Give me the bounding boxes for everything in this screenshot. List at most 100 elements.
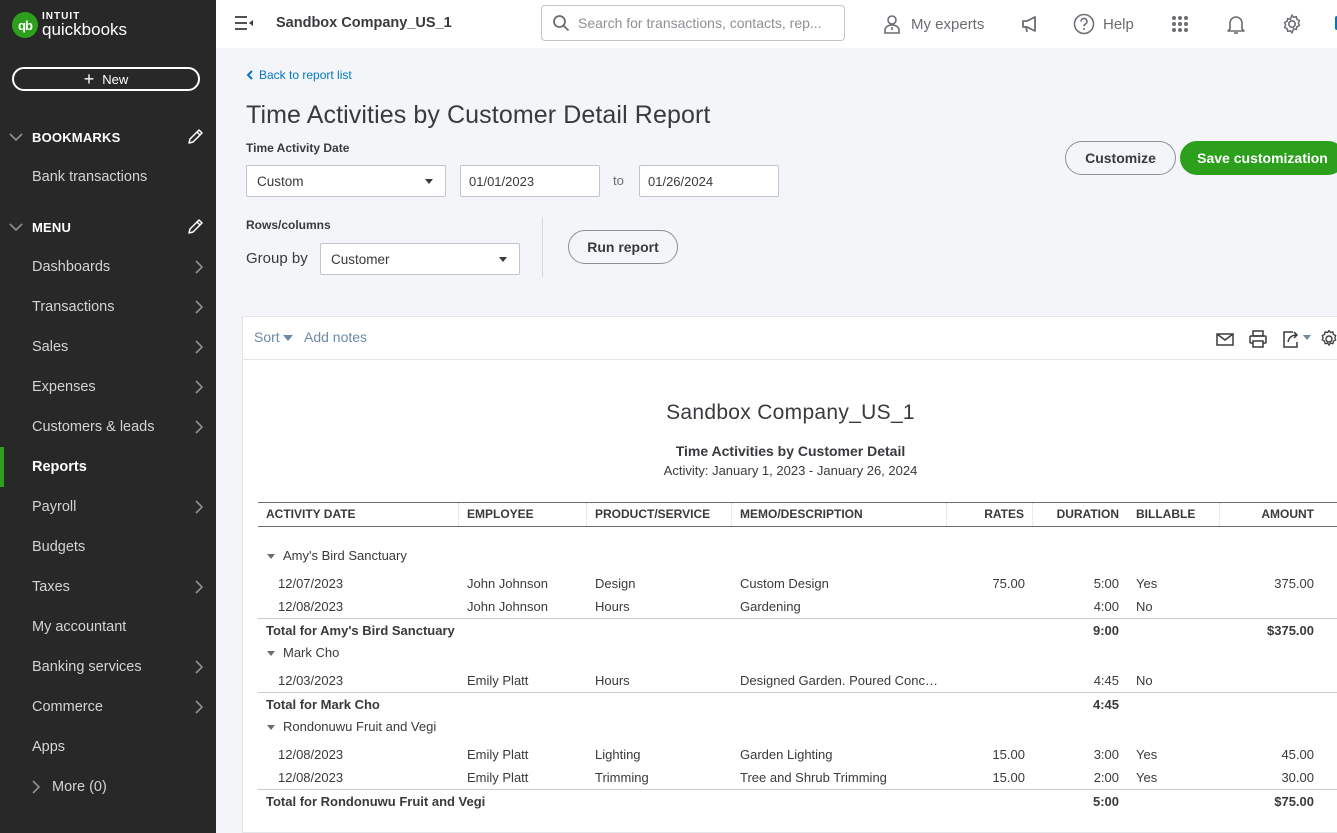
- export-icon[interactable]: [1281, 329, 1313, 349]
- table-row[interactable]: 12/08/2023 Emily Platt Trimming Tree and…: [258, 766, 1337, 789]
- cell-date: 12/08/2023: [278, 770, 344, 785]
- sidebar-item-banking-services[interactable]: Banking services: [0, 647, 216, 687]
- cell-rate: 15.00: [992, 770, 1025, 785]
- quickbooks-logo[interactable]: qb INTUIT quickbooks: [12, 12, 127, 38]
- sidebar-item-dashboards[interactable]: Dashboards: [0, 247, 216, 287]
- column-header-duration[interactable]: DURATION: [1033, 503, 1127, 526]
- sidebar-item-label: Payroll: [32, 499, 77, 515]
- group-by-select[interactable]: Customer: [320, 243, 520, 275]
- save-customization-button[interactable]: Save customization: [1180, 141, 1337, 175]
- date-to-input[interactable]: [639, 165, 779, 197]
- edit-bookmarks-pencil-icon[interactable]: [186, 128, 204, 146]
- company-name: Sandbox Company_US_1: [276, 15, 452, 31]
- back-to-report-list-link[interactable]: Back to report list: [246, 68, 352, 82]
- sidebar-item-label: Dashboards: [32, 259, 111, 275]
- report-panel: Sort Add notes Sandbox Company_US_1 Time…: [242, 316, 1337, 833]
- cell-employee: John Johnson: [467, 599, 548, 614]
- sidebar-item-label: Reports: [32, 459, 87, 475]
- megaphone-icon: [1022, 16, 1036, 33]
- sidebar-item-transactions[interactable]: Transactions: [0, 287, 216, 327]
- total-duration: 9:00: [1092, 623, 1119, 638]
- sidebar-item-apps[interactable]: Apps: [0, 727, 216, 767]
- cell-duration: 5:00: [1093, 576, 1119, 591]
- search-box[interactable]: [541, 5, 845, 41]
- sidebar-item-reports[interactable]: Reports: [0, 447, 216, 487]
- cell-duration: 4:00: [1093, 599, 1119, 614]
- column-header-billable[interactable]: BILLABLE: [1127, 503, 1220, 526]
- time-activity-date-label: Time Activity Date: [246, 141, 350, 155]
- column-header-product-service[interactable]: PRODUCT/SERVICE: [587, 503, 732, 526]
- sidebar-item-taxes[interactable]: Taxes: [0, 567, 216, 607]
- cell-amount: [1220, 669, 1322, 692]
- column-header-employee[interactable]: EMPLOYEE: [459, 503, 587, 526]
- email-icon[interactable]: [1215, 329, 1235, 349]
- sidebar-item-expenses[interactable]: Expenses: [0, 367, 216, 407]
- qb-logo-icon: qb: [12, 12, 38, 38]
- my-experts-button[interactable]: My experts: [881, 10, 984, 38]
- total-amount[interactable]: $375.00: [1220, 619, 1322, 642]
- sidebar-item-my-accountant[interactable]: My accountant: [0, 607, 216, 647]
- group-by-label: Group by: [246, 250, 308, 267]
- sidebar-item-label: My accountant: [32, 619, 127, 635]
- announcements-button[interactable]: [1019, 10, 1041, 38]
- sidebar-item-payroll[interactable]: Payroll: [0, 487, 216, 527]
- sidebar-item-more[interactable]: More (0): [0, 767, 216, 807]
- cell-rate: [947, 669, 1033, 692]
- bookmarks-header[interactable]: BOOKMARKS: [0, 122, 216, 152]
- column-header-amount[interactable]: AMOUNT: [1220, 503, 1322, 526]
- date-from-input[interactable]: [460, 165, 600, 197]
- cell-billable: No: [1136, 599, 1153, 614]
- print-icon[interactable]: [1248, 329, 1268, 349]
- add-notes-button[interactable]: Add notes: [304, 329, 367, 345]
- cell-employee: Emily Platt: [467, 673, 529, 688]
- cell-product: Hours: [595, 673, 630, 688]
- apps-button[interactable]: [1169, 10, 1191, 38]
- bookmark-bank-transactions[interactable]: Bank transactions: [0, 157, 216, 197]
- run-report-button[interactable]: Run report: [568, 230, 678, 264]
- table-row[interactable]: 12/03/2023 Emily Platt Hours Designed Ga…: [258, 669, 1337, 692]
- settings-button[interactable]: [1281, 10, 1303, 38]
- table-row[interactable]: 12/08/2023 John Johnson Hours Gardening …: [258, 595, 1337, 618]
- search-input[interactable]: [578, 15, 844, 31]
- help-button[interactable]: Help: [1073, 10, 1134, 38]
- chevron-down-icon: [9, 133, 23, 142]
- to-label: to: [613, 173, 624, 188]
- sidebar-item-budgets[interactable]: Budgets: [0, 527, 216, 567]
- cell-product: Trimming: [595, 770, 649, 785]
- cell-memo: Designed Garden. Poured Concr...: [740, 673, 940, 688]
- table-row[interactable]: 12/07/2023 John Johnson Design Custom De…: [258, 572, 1337, 595]
- menu-toggle-icon[interactable]: [234, 15, 254, 31]
- edit-menu-pencil-icon[interactable]: [186, 218, 204, 236]
- column-header-rates[interactable]: RATES: [947, 503, 1033, 526]
- cell-amount: 375.00: [1274, 576, 1314, 591]
- column-header-memo[interactable]: MEMO/DESCRIPTION: [732, 503, 947, 526]
- sidebar-item-label: Transactions: [32, 299, 115, 315]
- table-row[interactable]: 12/08/2023 Emily Platt Lighting Garden L…: [258, 743, 1337, 766]
- page-title: Time Activities by Customer Detail Repor…: [246, 101, 711, 129]
- chevron-right-icon: [195, 660, 204, 674]
- group-header-row[interactable]: Rondonuwu Fruit and Vegi: [258, 715, 1337, 738]
- total-label: Total for Mark Cho: [266, 697, 380, 712]
- column-header-activity-date[interactable]: ACTIVITY DATE: [258, 503, 459, 526]
- chevron-right-icon: [195, 340, 204, 354]
- sidebar-item-commerce[interactable]: Commerce: [0, 687, 216, 727]
- group-name: Amy's Bird Sanctuary: [283, 548, 407, 563]
- top-bar: Sandbox Company_US_1 My experts Help: [216, 0, 1337, 48]
- sidebar-item-customers-leads[interactable]: Customers & leads: [0, 407, 216, 447]
- group-header-row[interactable]: Mark Cho: [258, 641, 1337, 664]
- cell-date: 12/07/2023: [278, 576, 344, 591]
- total-amount[interactable]: $75.00: [1220, 790, 1322, 813]
- group-header-row[interactable]: Amy's Bird Sanctuary: [258, 544, 1337, 567]
- chevron-right-icon: [195, 300, 204, 314]
- notifications-button[interactable]: [1225, 10, 1247, 38]
- menu-header[interactable]: MENU: [0, 212, 216, 242]
- customize-button[interactable]: Customize: [1065, 141, 1176, 175]
- sidebar-item-sales[interactable]: Sales: [0, 327, 216, 367]
- sidebar-item-label: Sales: [32, 339, 69, 355]
- sort-button[interactable]: Sort: [254, 329, 293, 345]
- date-range-select[interactable]: Custom: [246, 165, 446, 197]
- new-button[interactable]: + New: [12, 67, 200, 91]
- settings-gear-icon[interactable]: [1319, 329, 1337, 349]
- group-name: Rondonuwu Fruit and Vegi: [283, 719, 437, 734]
- person-icon: [884, 15, 900, 34]
